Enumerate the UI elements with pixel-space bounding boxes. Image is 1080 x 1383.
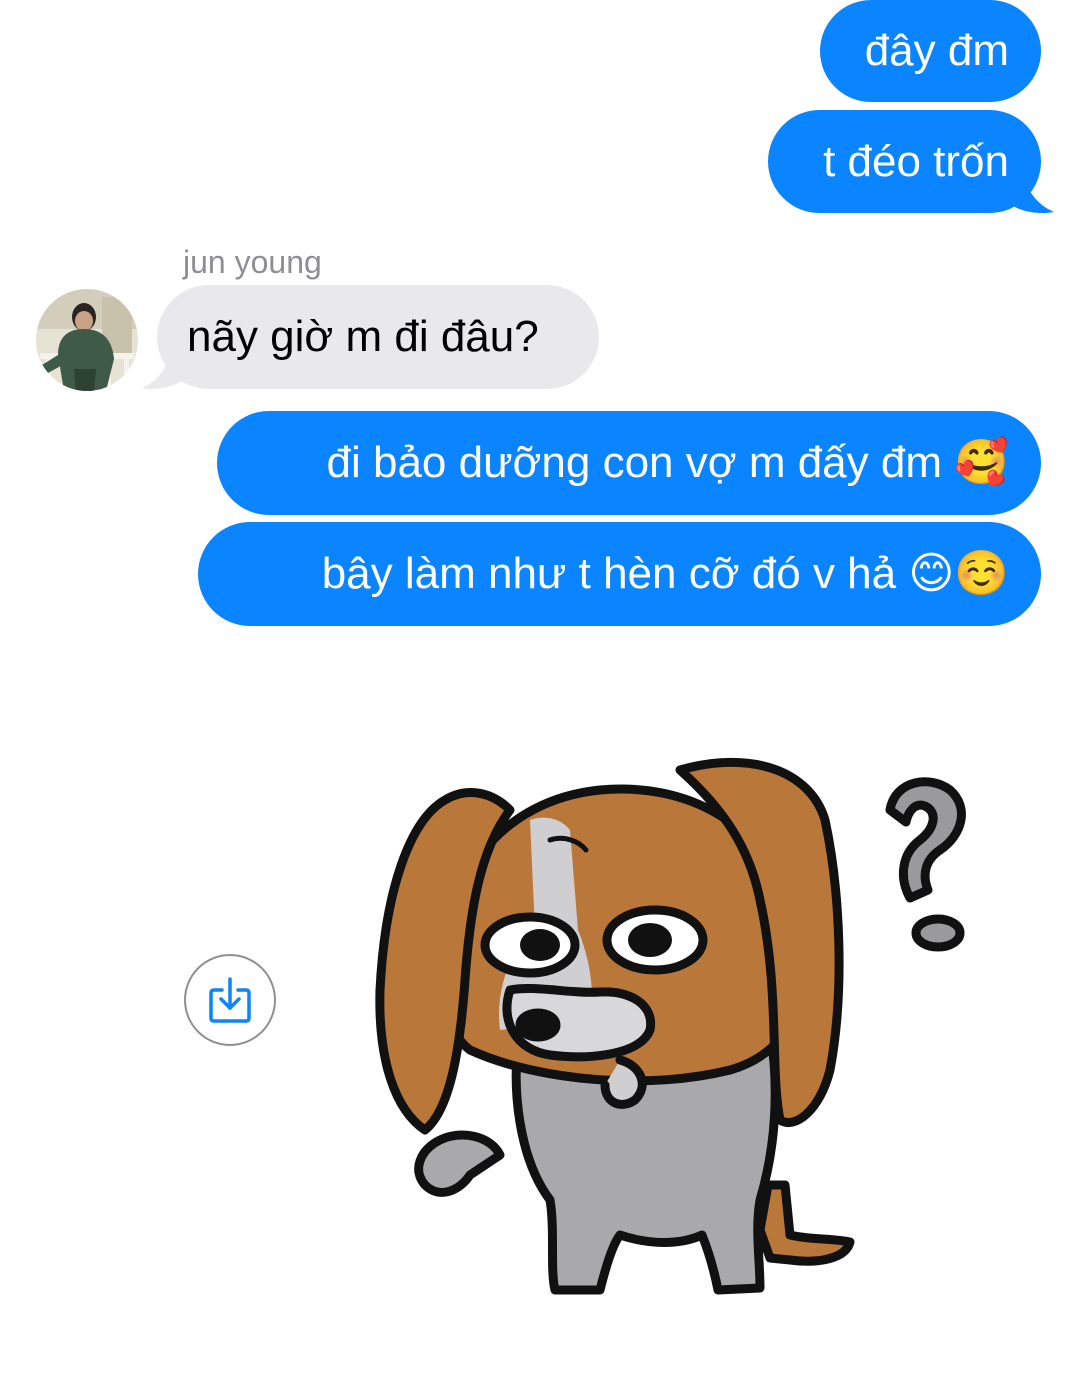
- sender-name: jun young: [183, 244, 322, 280]
- message-bubble-incoming[interactable]: nãy giờ m đi đâu?: [157, 285, 599, 389]
- avatar-photo: [36, 289, 138, 391]
- confused-puppy-sticker[interactable]: [350, 730, 1010, 1330]
- message-bubble-outgoing[interactable]: bây làm như t hèn cỡ đó v hả 😊☺️: [198, 522, 1041, 626]
- avatar[interactable]: [36, 289, 138, 391]
- message-text: nãy giờ m đi đâu?: [187, 312, 539, 361]
- download-icon: [209, 977, 251, 1023]
- save-sticker-button[interactable]: [184, 954, 276, 1046]
- bubble-tail: [1010, 168, 1054, 214]
- message-bubble-outgoing[interactable]: đi bảo dưỡng con vợ m đấy đm 🥰: [217, 411, 1041, 515]
- message-bubble-outgoing[interactable]: t đéo trốn: [768, 110, 1041, 213]
- message-text: bây làm như t hèn cỡ đó v hả 😊☺️: [321, 549, 1009, 598]
- message-bubble-outgoing[interactable]: đây đm: [820, 0, 1041, 102]
- message-text: đi bảo dưỡng con vợ m đấy đm 🥰: [326, 438, 1009, 487]
- message-text: t đéo trốn: [823, 136, 1009, 186]
- message-text: đây đm: [864, 26, 1009, 75]
